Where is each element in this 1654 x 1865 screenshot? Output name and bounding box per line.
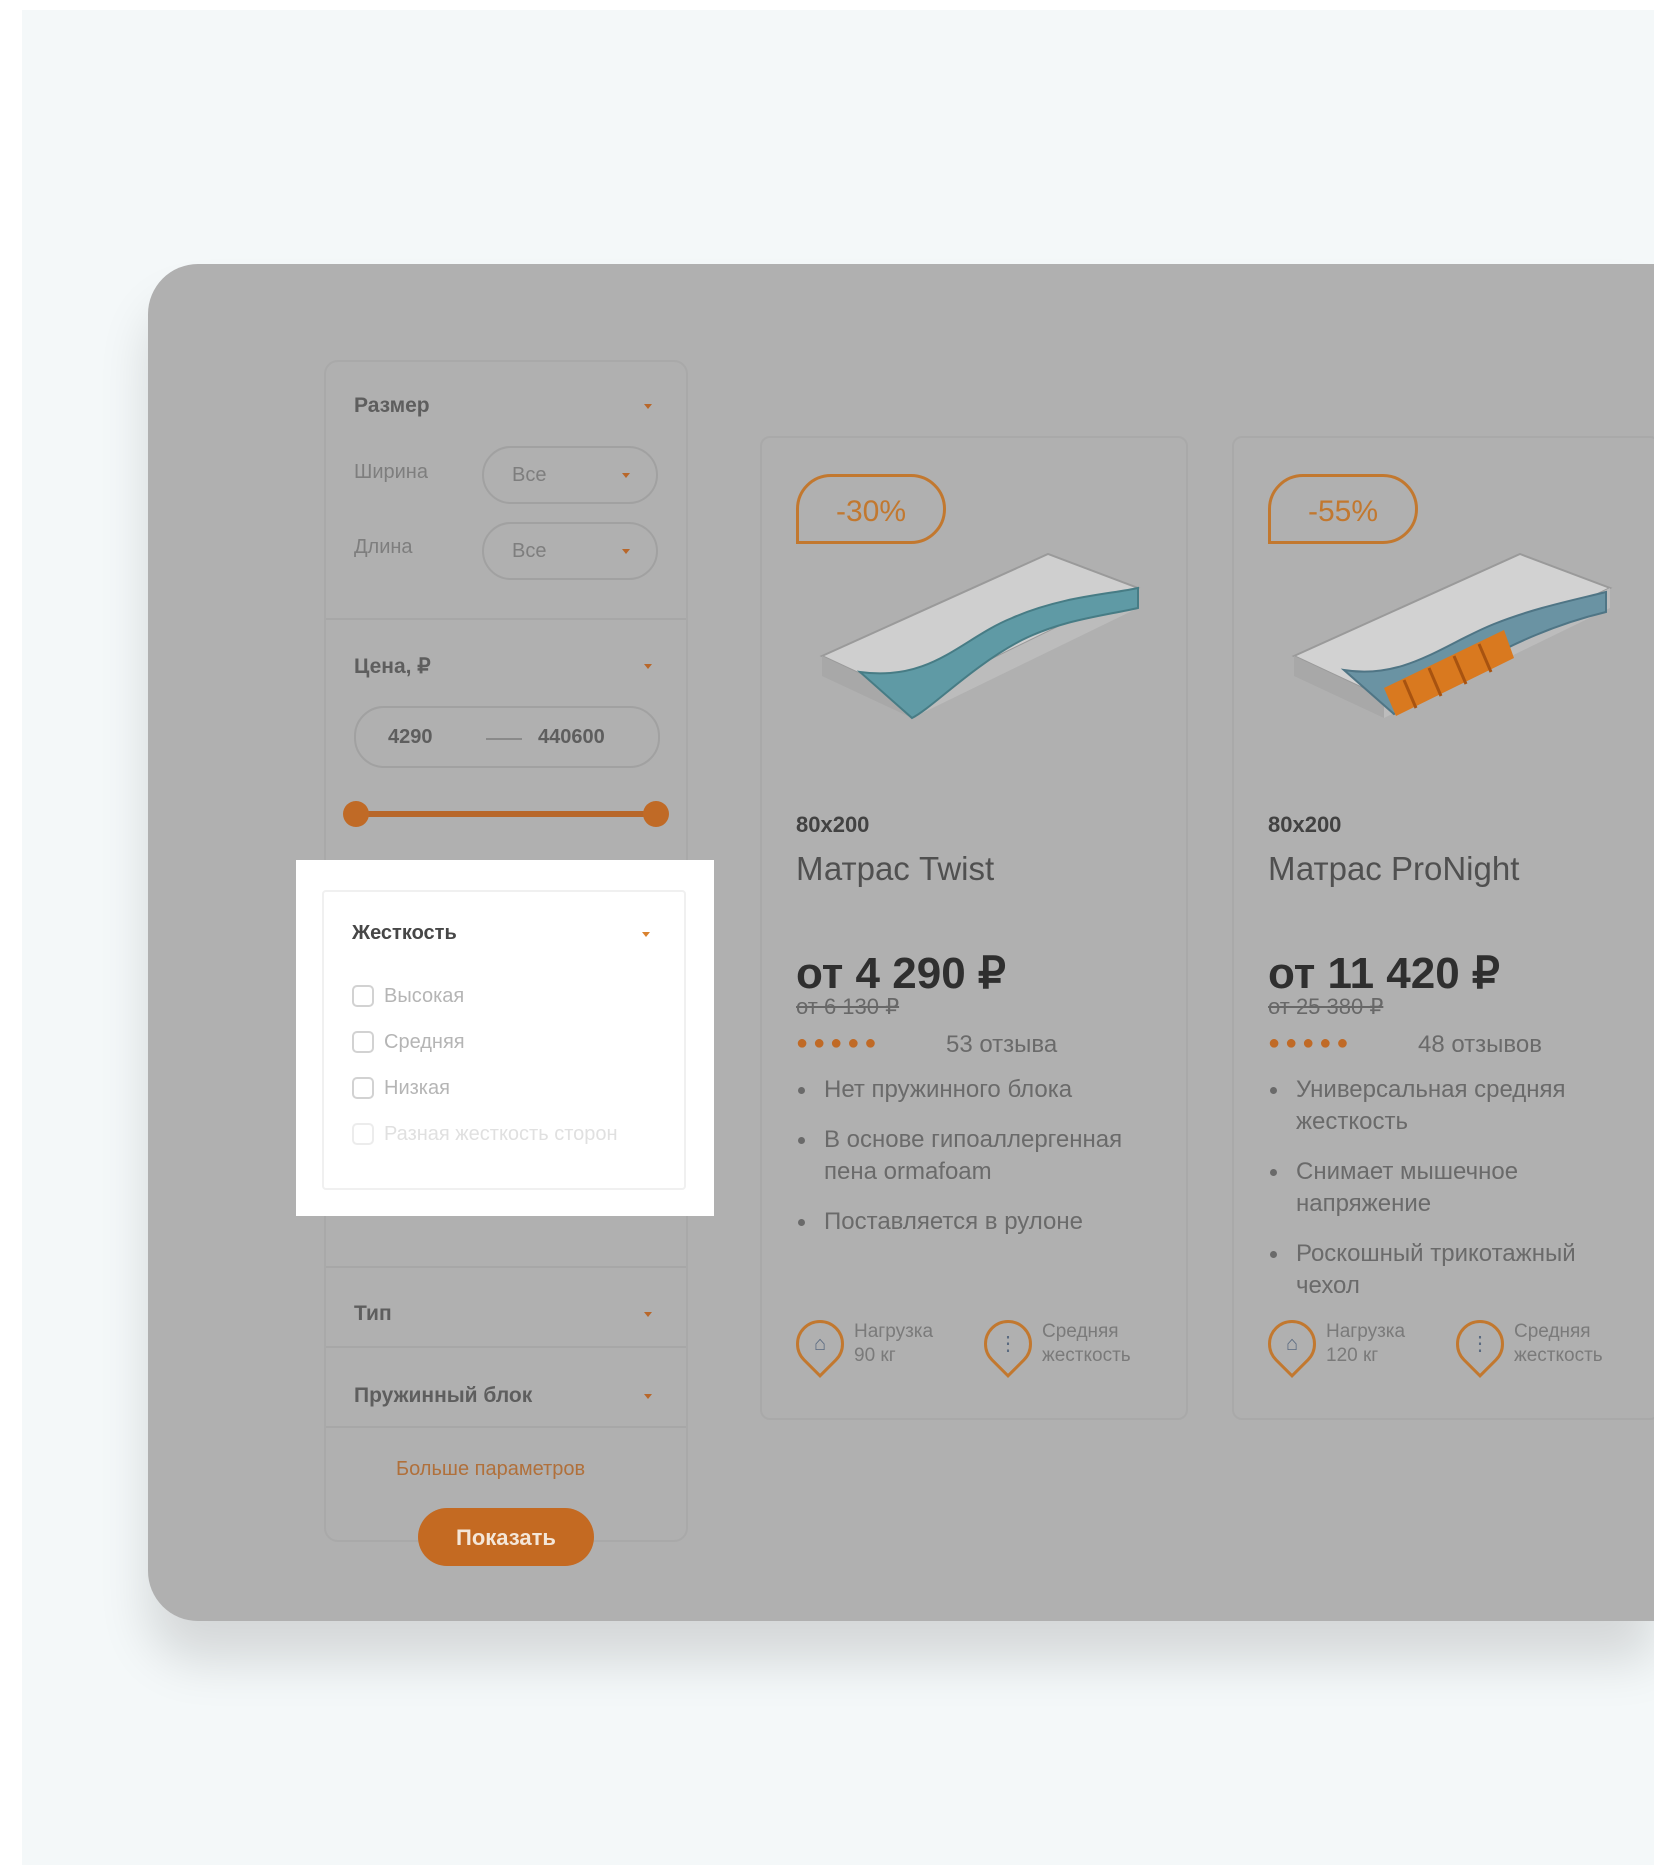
divider: [326, 618, 686, 620]
show-results-button[interactable]: Показать: [418, 1508, 594, 1566]
weight-icon: ⌂: [1258, 1310, 1326, 1378]
reviews-link[interactable]: 53 отзыва: [946, 1031, 1057, 1059]
firmness-option-low[interactable]: Низкая: [352, 1074, 450, 1102]
checkbox[interactable]: [352, 1031, 374, 1053]
feature-item: Роскошный трикотажный чехол: [1268, 1238, 1638, 1302]
chevron-down-icon[interactable]: [644, 1394, 652, 1399]
spring-block-filter-title[interactable]: Пружинный блок: [354, 1384, 532, 1408]
price-slider-min-handle[interactable]: [343, 801, 369, 827]
checkbox[interactable]: [352, 1077, 374, 1099]
chevron-down-icon: [622, 549, 630, 554]
length-select[interactable]: Все: [482, 522, 658, 580]
divider: [326, 1266, 686, 1268]
product-size: 80x200: [796, 812, 870, 837]
feature-line: Нагрузка: [1326, 1321, 1406, 1342]
firmness-feature: ⋮ Средняя жесткость: [974, 1310, 1131, 1378]
product-name[interactable]: Матрас Twist: [796, 850, 994, 888]
checkbox-label: Низкая: [384, 1076, 450, 1099]
discount-badge: -55%: [1268, 474, 1418, 544]
firmness-filter-spotlight: Жесткость Высокая Средняя Низкая Разная …: [296, 860, 714, 1216]
feature-line: жесткость: [1042, 1345, 1131, 1366]
size-filter-title[interactable]: Размер: [354, 394, 430, 418]
mattress-image: [1291, 552, 1613, 718]
feature-line: Средняя: [1514, 1321, 1591, 1342]
product-old-price: от 6 130 ₽: [796, 994, 900, 1019]
divider: [326, 1346, 686, 1348]
firmness-icon: ⋮: [1446, 1310, 1514, 1378]
chevron-down-icon[interactable]: [644, 664, 652, 669]
load-feature: ⌂ Нагрузка 120 кг: [1258, 1310, 1406, 1378]
rating-stars: ●●●●●: [796, 1032, 882, 1054]
feature-item: Нет пружинного блока: [796, 1074, 1166, 1106]
firmness-feature: ⋮ Средняя жесткость: [1446, 1310, 1603, 1378]
product-price: от 4 290 ₽: [796, 949, 1006, 998]
product-card[interactable]: -30% 80x200 Матрас Twist от 4 290 ₽ от 6…: [760, 436, 1188, 1420]
feature-item: Поставляется в рулоне: [796, 1206, 1166, 1238]
price-range-input[interactable]: 4290 440600: [354, 706, 660, 768]
product-name[interactable]: Матрас ProNight: [1268, 850, 1519, 888]
chevron-down-icon[interactable]: [642, 932, 650, 937]
firmness-icon: ⋮: [974, 1310, 1042, 1378]
mattress-image: [819, 552, 1141, 720]
feature-line: 90 кг: [854, 1345, 896, 1366]
feature-item: Снимает мышечное напряжение: [1268, 1156, 1638, 1220]
more-parameters-link[interactable]: Больше параметров: [396, 1458, 585, 1481]
checkbox[interactable]: [352, 985, 374, 1007]
checkbox-label: Разная жесткость сторон: [384, 1122, 618, 1145]
product-card[interactable]: -55% 80x200 Матрас ProNight от 11 420 ₽ …: [1232, 436, 1654, 1420]
product-old-price: от 25 380 ₽: [1268, 994, 1384, 1019]
chevron-down-icon[interactable]: [644, 404, 652, 409]
rating-stars: ●●●●●: [1268, 1032, 1354, 1054]
width-select[interactable]: Все: [482, 446, 658, 504]
length-select-value: Все: [512, 540, 547, 562]
load-feature: ⌂ Нагрузка 90 кг: [786, 1310, 934, 1378]
reviews-link[interactable]: 48 отзывов: [1418, 1031, 1542, 1059]
feature-item: В основе гипоаллергенная пена ormafoam: [796, 1124, 1166, 1188]
divider: [326, 1426, 686, 1428]
checkbox-label: Средняя: [384, 1030, 465, 1053]
width-label: Ширина: [354, 461, 428, 483]
range-dash: [486, 738, 522, 740]
firmness-filter-section: Жесткость Высокая Средняя Низкая Разная …: [322, 890, 686, 1190]
chevron-down-icon: [622, 473, 630, 478]
firmness-filter-title[interactable]: Жесткость: [352, 922, 457, 945]
checkbox[interactable]: [352, 1123, 374, 1145]
length-label: Длина: [354, 536, 413, 558]
width-select-value: Все: [512, 464, 547, 486]
weight-icon: ⌂: [786, 1310, 854, 1378]
product-price: от 11 420 ₽: [1268, 949, 1500, 998]
price-slider-track[interactable]: [356, 811, 656, 817]
firmness-option-dual[interactable]: Разная жесткость сторон: [352, 1120, 618, 1148]
chevron-down-icon[interactable]: [644, 1312, 652, 1317]
feature-line: жесткость: [1514, 1345, 1603, 1366]
type-filter-title[interactable]: Тип: [354, 1302, 392, 1326]
firmness-option-medium[interactable]: Средняя: [352, 1028, 465, 1056]
discount-badge: -30%: [796, 474, 946, 544]
price-filter-title[interactable]: Цена, ₽: [354, 654, 431, 679]
price-max-value[interactable]: 440600: [538, 726, 605, 749]
feature-line: 120 кг: [1326, 1345, 1379, 1366]
product-size: 80x200: [1268, 812, 1342, 837]
price-min-value[interactable]: 4290: [388, 726, 433, 749]
feature-item: Универсальная средняя жесткость: [1268, 1074, 1638, 1138]
feature-list: Универсальная средняя жесткость Снимает …: [1268, 1074, 1638, 1320]
checkbox-label: Высокая: [384, 984, 465, 1007]
firmness-option-high[interactable]: Высокая: [352, 982, 464, 1010]
feature-line: Нагрузка: [854, 1321, 934, 1342]
price-slider-max-handle[interactable]: [643, 801, 669, 827]
feature-list: Нет пружинного блока В основе гипоаллерг…: [796, 1074, 1166, 1256]
feature-line: Средняя: [1042, 1321, 1119, 1342]
